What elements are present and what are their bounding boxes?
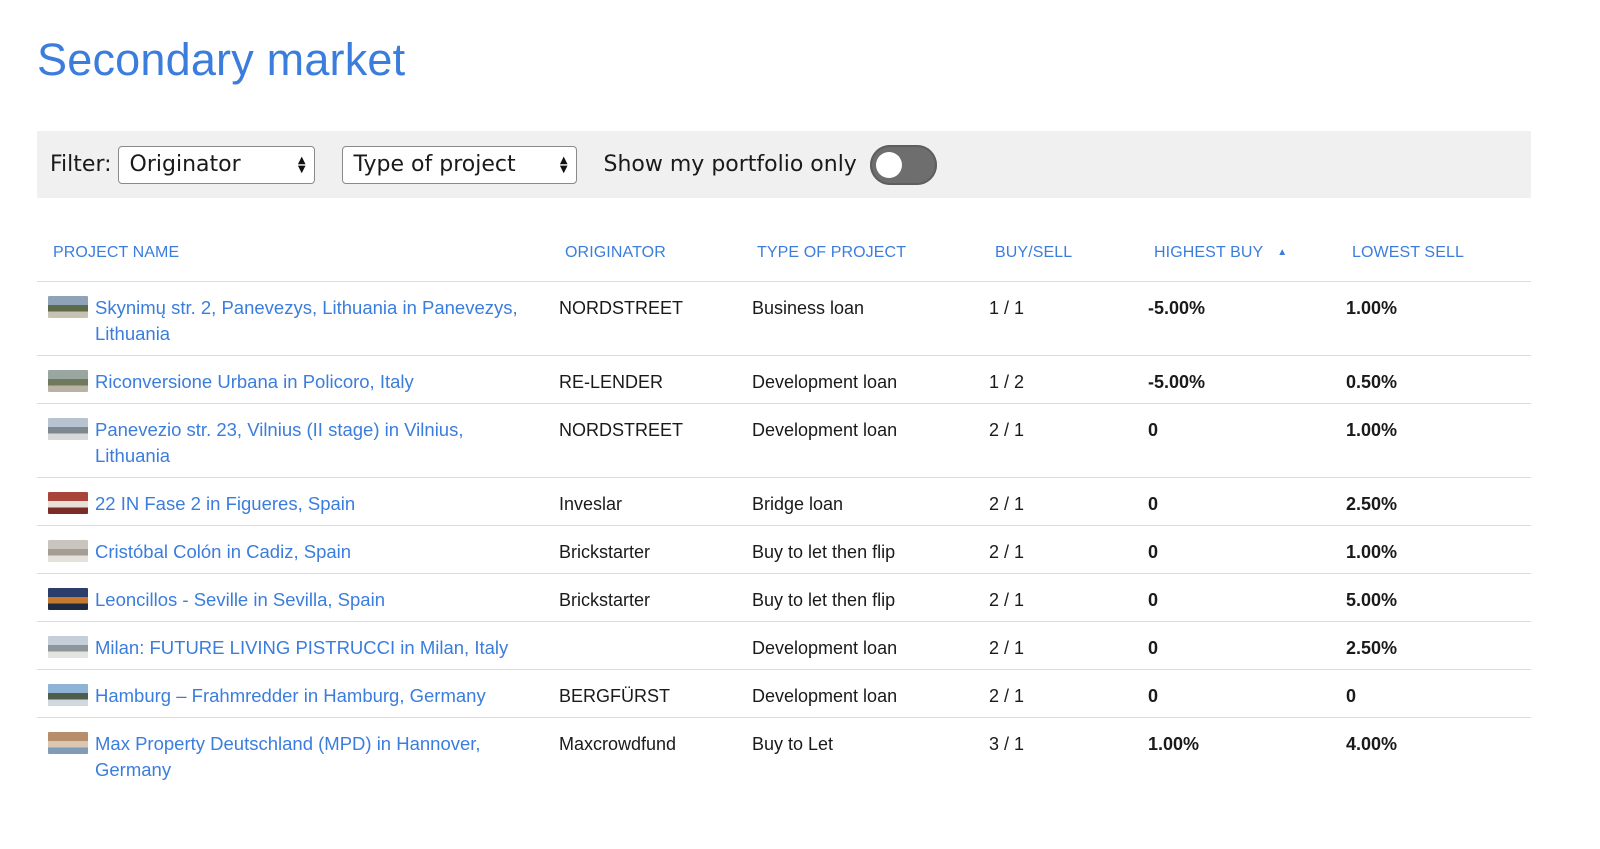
- originator-cell: BERGFÜRST: [559, 686, 671, 706]
- column-header-originator[interactable]: ORIGINATOR: [565, 244, 666, 262]
- project-name-link[interactable]: 22 IN Fase 2 in Figueres, Spain: [95, 491, 535, 517]
- buy-sell-cell: 2 / 1: [989, 638, 1025, 658]
- highest-buy-cell: 0: [1148, 542, 1159, 562]
- highest-buy-cell: 0: [1148, 590, 1159, 610]
- buy-sell-cell: 2 / 1: [989, 686, 1025, 706]
- highest-buy-cell: 0: [1148, 494, 1159, 514]
- originator-cell: RE-LENDER: [559, 372, 664, 392]
- type-of-project-cell: Development loan: [752, 686, 898, 706]
- table-row[interactable]: Skynimų str. 2, Panevezys, Lithuania in …: [37, 282, 1531, 356]
- project-name-link[interactable]: Skynimų str. 2, Panevezys, Lithuania in …: [95, 295, 535, 347]
- table-row[interactable]: 22 IN Fase 2 in Figueres, Spain Inveslar…: [37, 478, 1531, 526]
- page-title: Secondary market: [37, 34, 406, 85]
- secondary-market-table: PROJECT NAME ORIGINATOR TYPE OF PROJECT …: [37, 232, 1531, 792]
- project-name-link[interactable]: Panevezio str. 23, Vilnius (II stage) in…: [95, 417, 535, 469]
- project-thumbnail[interactable]: [48, 296, 88, 318]
- originator-cell: Brickstarter: [559, 590, 651, 610]
- portfolio-toggle-label: Show my portfolio only: [603, 152, 857, 177]
- buy-sell-cell: 1 / 2: [989, 372, 1025, 392]
- highest-buy-cell: 1.00%: [1148, 734, 1200, 754]
- column-header-buy-sell[interactable]: BUY/SELL: [995, 244, 1072, 262]
- lowest-sell-cell: 5.00%: [1346, 590, 1398, 610]
- lowest-sell-cell: 0.50%: [1346, 372, 1398, 392]
- lowest-sell-cell: 1.00%: [1346, 420, 1398, 440]
- type-of-project-cell: Bridge loan: [752, 494, 844, 514]
- lowest-sell-cell: 1.00%: [1346, 298, 1398, 318]
- project-name-link[interactable]: Riconversione Urbana in Policoro, Italy: [95, 369, 535, 395]
- type-of-project-select[interactable]: Type of project ▲ ▼: [341, 145, 577, 184]
- lowest-sell-cell: 2.50%: [1346, 494, 1398, 514]
- project-thumbnail[interactable]: [48, 684, 88, 706]
- column-header-project-name[interactable]: PROJECT NAME: [53, 244, 179, 262]
- originator-select[interactable]: Originator ▲ ▼: [117, 145, 315, 184]
- originator-cell: Brickstarter: [559, 542, 651, 562]
- table-row[interactable]: Max Property Deutschland (MPD) in Hannov…: [37, 718, 1531, 792]
- type-of-project-cell: Business loan: [752, 298, 865, 318]
- column-header-type-of-project[interactable]: TYPE OF PROJECT: [757, 244, 906, 262]
- table-row[interactable]: Cristóbal Colón in Cadiz, Spain Bricksta…: [37, 526, 1531, 574]
- filter-bar: Filter: Originator ▲ ▼ Type of project ▲ ▼…: [37, 131, 1531, 198]
- project-name-link[interactable]: Hamburg – Frahmredder in Hamburg, German…: [95, 683, 535, 709]
- project-name-link[interactable]: Leoncillos - Seville in Sevilla, Spain: [95, 587, 535, 613]
- project-thumbnail[interactable]: [48, 732, 88, 754]
- sort-ascending-icon[interactable]: ▲: [1277, 247, 1287, 258]
- lowest-sell-cell: 1.00%: [1346, 542, 1398, 562]
- table-body: Skynimų str. 2, Panevezys, Lithuania in …: [37, 282, 1531, 792]
- project-thumbnail[interactable]: [48, 636, 88, 658]
- highest-buy-cell: 0: [1148, 686, 1159, 706]
- table-row[interactable]: Riconversione Urbana in Policoro, Italy …: [37, 356, 1531, 404]
- project-thumbnail[interactable]: [48, 370, 88, 392]
- type-of-project-cell: Development loan: [752, 372, 898, 392]
- table-header: PROJECT NAME ORIGINATOR TYPE OF PROJECT …: [37, 232, 1531, 282]
- buy-sell-cell: 2 / 1: [989, 590, 1025, 610]
- project-name-link[interactable]: Cristóbal Colón in Cadiz, Spain: [95, 539, 535, 565]
- toggle-knob: [875, 151, 902, 178]
- buy-sell-cell: 2 / 1: [989, 542, 1025, 562]
- lowest-sell-cell: 0: [1346, 686, 1357, 706]
- table-row[interactable]: Leoncillos - Seville in Sevilla, Spain B…: [37, 574, 1531, 622]
- lowest-sell-cell: 4.00%: [1346, 734, 1398, 754]
- type-of-project-cell: Buy to Let: [752, 734, 834, 754]
- select-arrows-icon: ▲ ▼: [559, 154, 568, 175]
- type-of-project-cell: Buy to let then flip: [752, 590, 896, 610]
- originator-cell: NORDSTREET: [559, 298, 684, 318]
- project-name-link[interactable]: Milan: FUTURE LIVING PISTRUCCI in Milan,…: [95, 635, 535, 661]
- table-row[interactable]: Panevezio str. 23, Vilnius (II stage) in…: [37, 404, 1531, 478]
- column-header-lowest-sell[interactable]: LOWEST SELL: [1352, 244, 1464, 262]
- type-of-project-cell: Development loan: [752, 638, 898, 658]
- highest-buy-cell: -5.00%: [1148, 372, 1206, 392]
- highest-buy-cell: 0: [1148, 420, 1159, 440]
- originator-cell: Maxcrowdfund: [559, 734, 677, 754]
- project-name-link[interactable]: Max Property Deutschland (MPD) in Hannov…: [95, 731, 535, 783]
- buy-sell-cell: 2 / 1: [989, 420, 1025, 440]
- buy-sell-cell: 2 / 1: [989, 494, 1025, 514]
- project-thumbnail[interactable]: [48, 492, 88, 514]
- originator-select-value: Originator: [129, 152, 241, 177]
- type-of-project-select-value: Type of project: [353, 152, 516, 177]
- lowest-sell-cell: 2.50%: [1346, 638, 1398, 658]
- project-thumbnail[interactable]: [48, 588, 88, 610]
- originator-cell: Inveslar: [559, 494, 623, 514]
- select-arrows-icon: ▲ ▼: [297, 154, 306, 175]
- table-row[interactable]: Milan: FUTURE LIVING PISTRUCCI in Milan,…: [37, 622, 1531, 670]
- project-thumbnail[interactable]: [48, 540, 88, 562]
- type-of-project-cell: Development loan: [752, 420, 898, 440]
- buy-sell-cell: 1 / 1: [989, 298, 1025, 318]
- highest-buy-cell: 0: [1148, 638, 1159, 658]
- originator-cell: NORDSTREET: [559, 420, 684, 440]
- project-thumbnail[interactable]: [48, 418, 88, 440]
- buy-sell-cell: 3 / 1: [989, 734, 1025, 754]
- portfolio-toggle[interactable]: [869, 144, 937, 185]
- table-row[interactable]: Hamburg – Frahmredder in Hamburg, German…: [37, 670, 1531, 718]
- filter-label: Filter:: [50, 152, 112, 177]
- column-header-highest-buy[interactable]: HIGHEST BUY ▲: [1154, 244, 1287, 262]
- type-of-project-cell: Buy to let then flip: [752, 542, 896, 562]
- highest-buy-cell: -5.00%: [1148, 298, 1206, 318]
